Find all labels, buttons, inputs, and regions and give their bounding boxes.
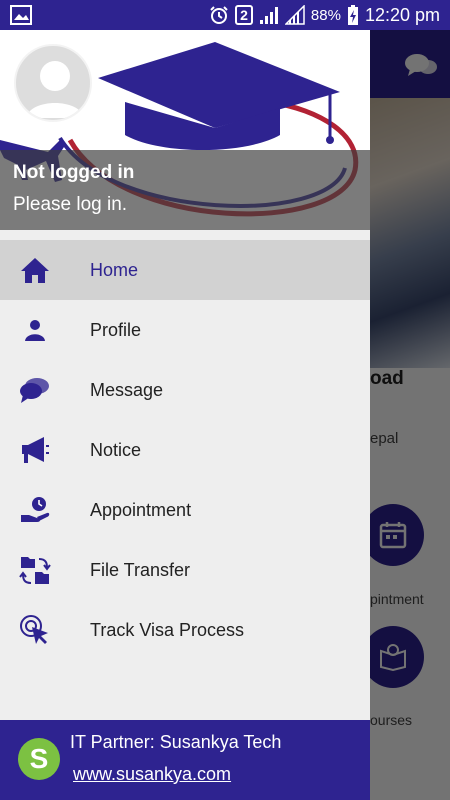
menu-item-label: Message (90, 379, 164, 400)
home-icon (18, 254, 52, 286)
menu-item-message[interactable]: Message (0, 360, 370, 420)
menu-item-label: Track Visa Process (90, 619, 245, 640)
sim-badge: 2 (235, 5, 253, 25)
menu-item-notice[interactable]: Notice (0, 420, 370, 480)
signal-icon (284, 5, 305, 25)
gallery-icon (10, 5, 32, 25)
battery-charging-icon (347, 5, 358, 25)
navigation-drawer: Not logged in Please log in. Home Profil… (0, 30, 370, 800)
file-transfer-icon (18, 554, 52, 586)
partner-logo-letter: S (29, 743, 49, 774)
partner-text: IT Partner: Susankya Tech (70, 732, 282, 752)
megaphone-icon (18, 434, 52, 466)
menu-item-label: Home (90, 259, 139, 280)
login-prompt[interactable]: Please log in. (13, 194, 127, 216)
avatar[interactable] (14, 44, 92, 122)
clock: 12:20 pm (364, 4, 440, 25)
menu-item-label: File Transfer (90, 559, 191, 580)
login-status: Not logged in (13, 162, 135, 183)
menu-item-file-transfer[interactable]: File Transfer (0, 540, 370, 600)
partner-logo: S (18, 738, 60, 780)
menu-item-label: Notice (90, 439, 142, 460)
chat-icon (18, 374, 52, 406)
menu-item-label: Profile (90, 319, 142, 340)
partner-link[interactable]: www.susankya.com (73, 764, 231, 785)
menu-item-label: Appointment (90, 499, 192, 520)
signal-icon (259, 7, 278, 24)
appointment-icon (18, 494, 52, 526)
battery-percent: 88% (310, 6, 341, 24)
drawer-header: Not logged in Please log in. (0, 30, 370, 230)
drawer-footer: S IT Partner: Susankya Tech www.susankya… (0, 720, 370, 800)
alarm-icon (210, 6, 228, 24)
menu-item-track-visa[interactable]: Track Visa Process (0, 600, 370, 660)
drawer-scrim[interactable] (370, 30, 450, 800)
track-icon (18, 614, 52, 646)
drawer-menu: Home Profile Message Notice Appointment (0, 240, 370, 660)
menu-item-profile[interactable]: Profile (0, 300, 370, 360)
person-icon (18, 314, 52, 346)
status-bar: 2 88% 12:20 pm (0, 0, 450, 30)
menu-item-appointment[interactable]: Appointment (0, 480, 370, 540)
menu-item-home[interactable]: Home (0, 240, 370, 300)
